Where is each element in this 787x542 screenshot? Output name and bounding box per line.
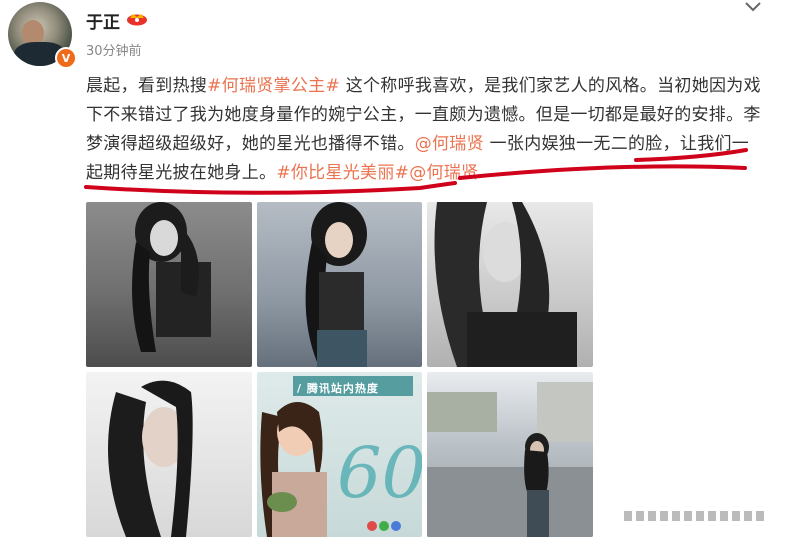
hashtag-link[interactable]: #你比星光美丽# <box>276 163 409 183</box>
photo-figure <box>132 202 211 352</box>
username[interactable]: 于正 <box>86 8 120 33</box>
chevron-down-icon[interactable] <box>744 0 762 14</box>
verified-icon: V <box>55 47 77 69</box>
mention-link[interactable]: @何瑞贤 <box>415 134 484 154</box>
mention-link[interactable]: @何瑞贤 <box>409 163 478 183</box>
hashtag-link[interactable]: #何瑞贤掌公主# <box>207 76 340 96</box>
photo-figure <box>305 202 367 367</box>
photo-figure <box>260 402 327 537</box>
app-icons <box>367 521 401 531</box>
photo-thumbnail[interactable]: / 腾讯站内热度 600 <box>257 372 422 537</box>
vip-crown-icon[interactable] <box>126 12 148 26</box>
photo-figure <box>434 202 577 367</box>
photo-thumbnail[interactable] <box>427 372 593 537</box>
photo-figure <box>108 380 193 537</box>
photo-figure <box>427 382 593 537</box>
photo-thumbnail[interactable] <box>86 372 252 537</box>
more-dots-icon[interactable] <box>624 508 774 524</box>
post-text-part: 晨起，看到热搜 <box>86 76 208 96</box>
timestamp[interactable]: 30分钟前 <box>86 40 142 59</box>
photo-thumbnail[interactable] <box>427 202 593 367</box>
photo-overlay-number: 600 <box>337 432 422 514</box>
photo-thumbnail[interactable] <box>257 202 422 367</box>
post-text: 晨起，看到热搜#何瑞贤掌公主# 这个称呼我喜欢，是我们家艺人的风格。当初她因为戏… <box>86 72 766 188</box>
photo-thumbnail[interactable] <box>86 202 252 367</box>
